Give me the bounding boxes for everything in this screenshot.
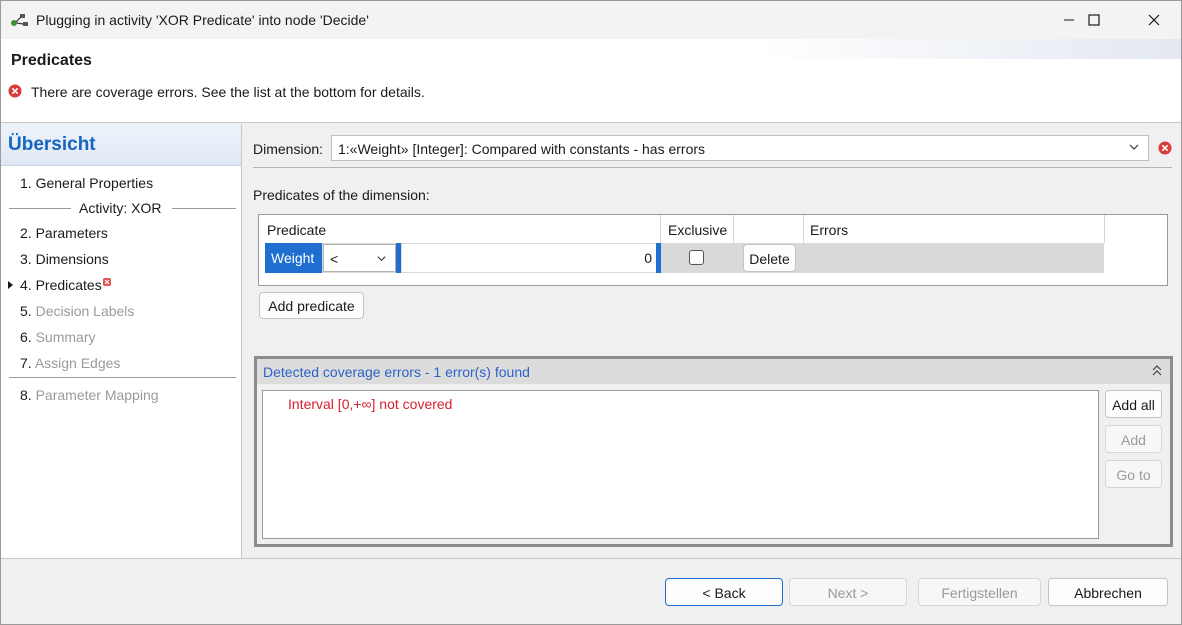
window-title: Plugging in activity 'XOR Predicate' int… [36,12,369,28]
delete-predicate-button[interactable]: Delete [743,244,796,272]
error-icon [1158,141,1172,155]
maximize-button[interactable] [1071,1,1117,39]
table-row: Weight < 0 Delete [265,243,1104,273]
predicates-label: Predicates of the dimension: [253,187,430,203]
column-divider [1104,215,1105,243]
nav-item-number: 5. [20,303,32,319]
operator-value: < [330,251,339,267]
back-button[interactable]: < Back [665,578,783,606]
add-button: Add [1105,425,1162,453]
nav-item-decision-labels: 5. Decision Labels [20,303,134,319]
chevron-down-icon [1129,144,1139,150]
nav-item-summary: 6. Summary [20,329,95,345]
selection-marker [656,243,661,273]
nav-divider [9,377,236,378]
nav-item-dimensions[interactable]: 3. Dimensions [20,251,109,267]
add-all-button[interactable]: Add all [1105,390,1162,418]
finish-button: Fertigstellen [918,578,1041,606]
nav-item-label: Predicates [35,277,102,293]
dimension-select[interactable]: 1:«Weight» [Integer]: Compared with cons… [331,135,1149,161]
coverage-errors-list[interactable]: Interval [0,+∞] not covered [262,390,1099,539]
nav-item-predicates[interactable]: 4. Predicates [20,277,111,293]
predicate-value-input[interactable]: 0 [402,244,658,272]
predicates-table: Predicate Exclusive Errors Weight < 0 De… [258,214,1168,286]
nav-item-number: 7. [20,355,32,371]
maximize-icon [1088,14,1100,26]
nav-item-number: 4. [20,277,32,293]
coverage-errors-title: Detected coverage errors - 1 error(s) fo… [263,364,530,380]
add-predicate-button[interactable]: Add predicate [259,292,364,319]
header-decoration [761,39,1181,59]
column-header-predicate: Predicate [267,222,327,238]
column-divider [660,215,661,243]
chevron-down-icon [377,256,386,262]
cancel-button[interactable]: Abbrechen [1048,578,1168,606]
wizard-footer: < Back Next > Fertigstellen Abbrechen [1,558,1181,624]
exclusive-checkbox[interactable] [689,250,704,265]
coverage-errors-header[interactable]: Detected coverage errors - 1 error(s) fo… [257,359,1170,384]
nav-item-label: Assign Edges [34,355,121,371]
list-item[interactable]: Interval [0,+∞] not covered [288,396,452,412]
operator-select[interactable]: < [323,244,396,272]
main-panel: Dimension: 1:«Weight» [Integer]: Compare… [243,124,1181,558]
wizard-dialog: Plugging in activity 'XOR Predicate' int… [0,0,1182,625]
predicate-name-cell: Weight [265,243,322,273]
header-message: There are coverage errors. See the list … [31,84,425,100]
current-step-arrow-icon [8,281,13,289]
close-button[interactable] [1131,1,1177,39]
app-icon [11,14,28,26]
overview-nav: Übersicht 1. General Properties Activity… [1,124,242,558]
nav-item-assign-edges: 7. Assign Edges [20,355,120,371]
dimension-value: 1:«Weight» [Integer]: Compared with cons… [338,141,706,157]
nav-group-divider-right [172,208,236,209]
nav-item-number: 6. [20,329,32,345]
dimension-divider [253,167,1172,168]
go-to-button: Go to [1105,460,1162,488]
nav-item-label: Summary [35,329,96,345]
nav-item-number: 2. [20,225,32,241]
column-header-exclusive: Exclusive [668,222,728,238]
nav-item-number: 3. [20,251,32,267]
column-header-errors: Errors [810,222,849,238]
next-button: Next > [789,578,907,606]
nav-group-divider-left [9,208,71,209]
nav-item-label: Dimensions [35,251,109,267]
nav-item-parameter-mapping: 8. Parameter Mapping [20,387,159,403]
dimension-label: Dimension: [253,141,324,157]
nav-group-label: Activity: XOR [79,200,162,216]
column-divider [733,215,734,243]
nav-title: Übersicht [1,124,241,166]
selection-marker [396,243,401,273]
title-bar: Plugging in activity 'XOR Predicate' int… [1,1,1181,39]
nav-item-label: Parameter Mapping [35,387,159,403]
nav-item-number: 8. [20,387,32,403]
collapse-icon[interactable] [1152,365,1162,377]
error-badge-icon [102,278,111,286]
error-icon [8,84,22,98]
nav-item-label: Parameters [35,225,108,241]
nav-item-general-properties[interactable]: 1. General Properties [20,175,153,191]
wizard-header: Predicates There are coverage errors. Se… [1,39,1181,123]
nav-item-label: General Properties [35,175,154,191]
nav-item-label: Decision Labels [35,303,135,319]
close-icon [1148,14,1160,26]
nav-item-number: 1. [20,175,32,191]
nav-item-parameters[interactable]: 2. Parameters [20,225,108,241]
coverage-errors-panel: Detected coverage errors - 1 error(s) fo… [254,356,1173,547]
page-title: Predicates [11,52,92,69]
column-divider [803,215,804,243]
